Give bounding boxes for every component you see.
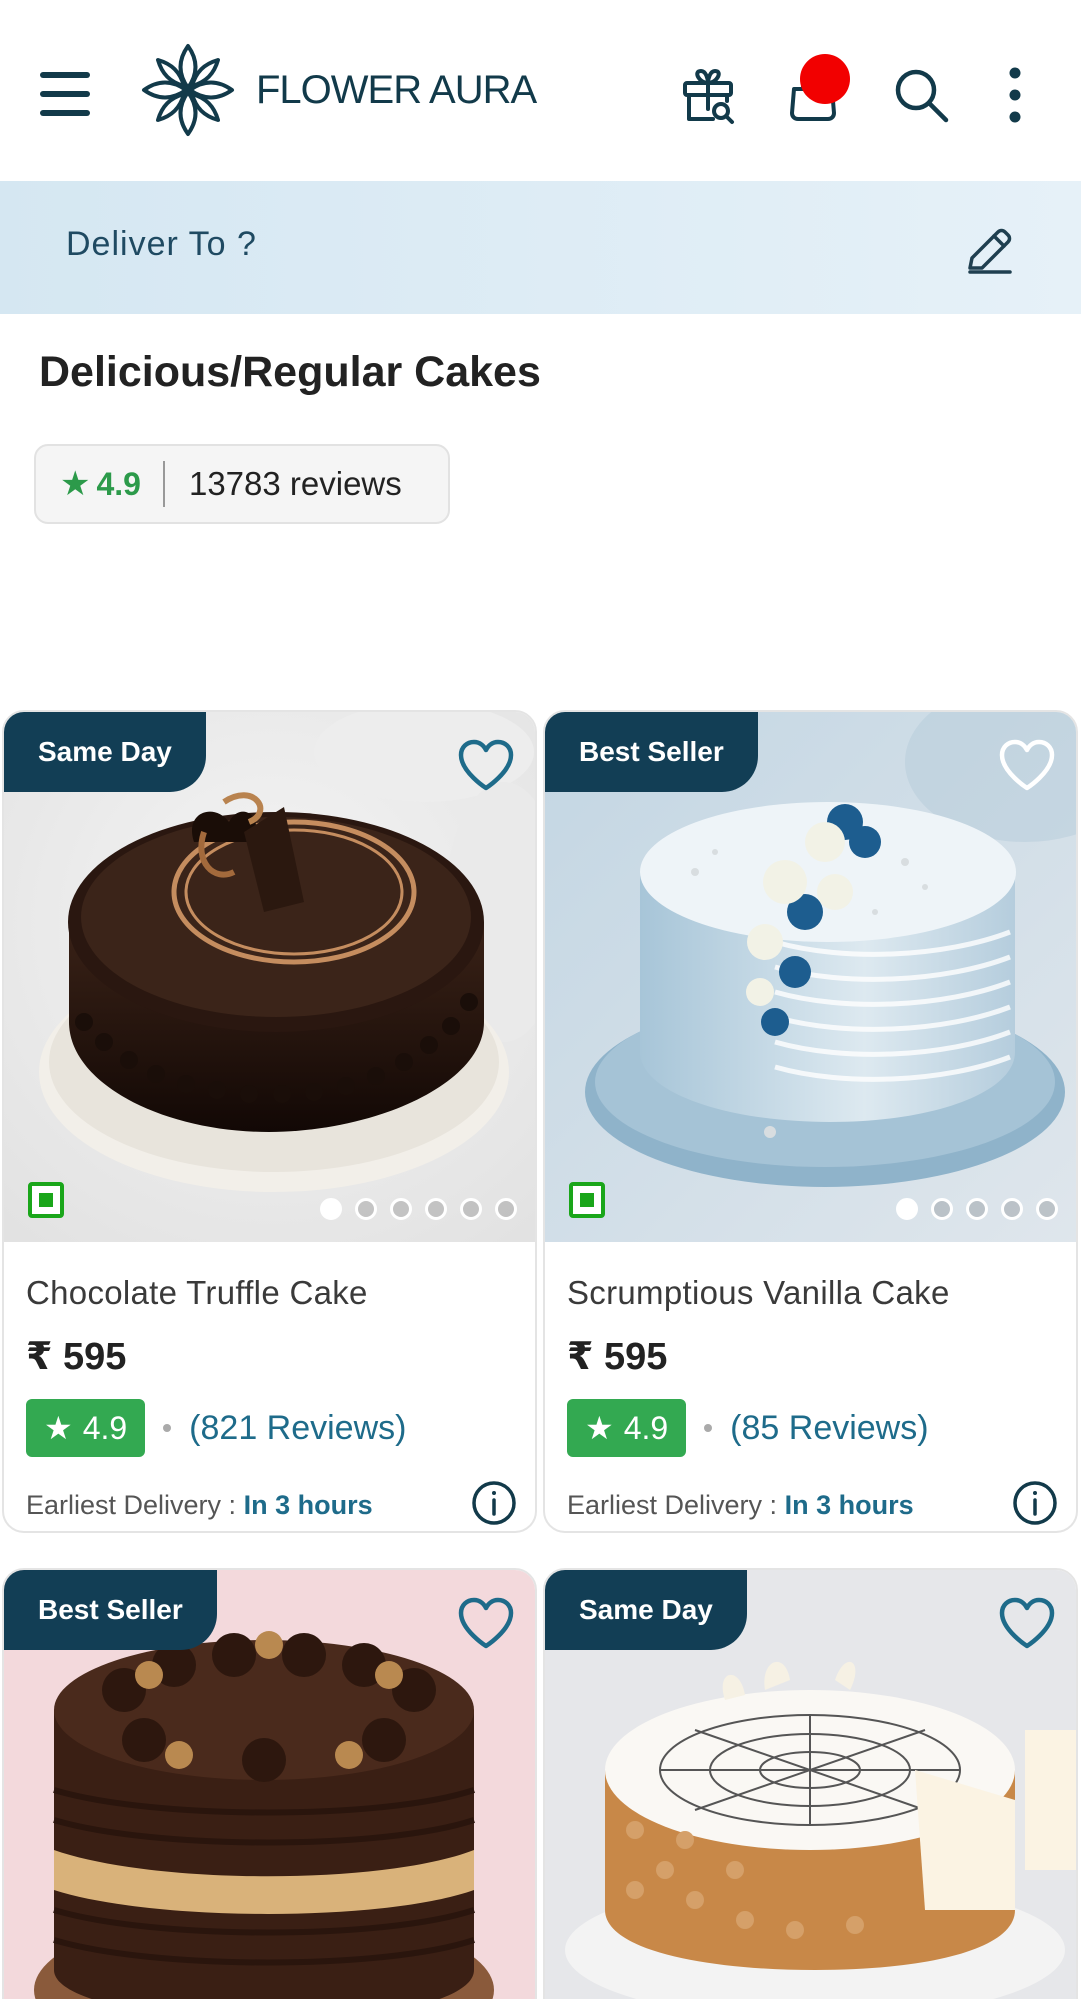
delivery-label: Earliest Delivery :	[567, 1490, 778, 1520]
veg-indicator-icon	[569, 1182, 605, 1218]
carousel-dot[interactable]	[1036, 1198, 1058, 1220]
product-card[interactable]: Best Seller Scrumptious Vanilla Cake ₹ 5…	[543, 710, 1078, 1533]
earliest-delivery: Earliest Delivery : In 3 hours	[567, 1490, 914, 1521]
more-vertical-icon[interactable]	[982, 62, 1048, 128]
carousel-dot[interactable]	[425, 1198, 447, 1220]
product-badge: Same Day	[545, 1570, 747, 1650]
info-icon[interactable]	[1012, 1480, 1058, 1526]
delivery-label: Earliest Delivery :	[26, 1490, 237, 1520]
gift-search-icon[interactable]	[676, 62, 742, 128]
wishlist-heart-icon[interactable]	[457, 738, 515, 792]
wishlist-heart-icon[interactable]	[998, 738, 1056, 792]
menu-icon[interactable]	[40, 72, 90, 116]
page-title: Delicious/Regular Cakes	[39, 348, 541, 396]
product-rating-badge: ★ 4.9	[567, 1399, 687, 1457]
carousel-dot[interactable]	[495, 1198, 517, 1220]
flower-logo-icon	[142, 44, 234, 136]
product-badge: Same Day	[4, 712, 206, 792]
wishlist-heart-icon[interactable]	[457, 1596, 515, 1650]
product-name[interactable]: Chocolate Truffle Cake	[26, 1274, 513, 1312]
product-info: Scrumptious Vanilla Cake ₹ 595 ★ 4.9 (85 …	[545, 1242, 1076, 1531]
product-rating-value: 4.9	[82, 1409, 128, 1446]
image-carousel-dots[interactable]	[896, 1198, 1058, 1220]
delivery-time: In 3 hours	[243, 1490, 373, 1520]
logo-text: FLOWER AURA	[256, 67, 537, 112]
product-card[interactable]: Same Day Chocolate Truffle Cake ₹ 595 ★ 4…	[2, 710, 537, 1533]
product-price: ₹ 595	[567, 1336, 668, 1378]
veg-indicator-icon	[28, 1182, 64, 1218]
product-card[interactable]: Same Day	[543, 1568, 1078, 1999]
category-rating-pill[interactable]: ★ 4.9 13783 reviews	[34, 444, 450, 524]
category-review-count: 13783 reviews	[188, 465, 402, 502]
carousel-dot[interactable]	[355, 1198, 377, 1220]
delivery-time: In 3 hours	[784, 1490, 914, 1520]
product-card[interactable]: Best Seller	[2, 1568, 537, 1999]
deliver-to-label: Deliver To ?	[66, 225, 257, 263]
product-info: Chocolate Truffle Cake ₹ 595 ★ 4.9 (821 R…	[4, 1242, 535, 1531]
product-price: ₹ 595	[26, 1336, 127, 1378]
app-header: FLOWER AURA	[0, 0, 1081, 181]
carousel-dot[interactable]	[931, 1198, 953, 1220]
product-reviews-link[interactable]: (85 Reviews)	[730, 1409, 928, 1448]
carousel-dot[interactable]	[966, 1198, 988, 1220]
product-rating-value: 4.9	[623, 1409, 669, 1446]
search-icon[interactable]	[888, 62, 954, 128]
product-image[interactable]: Best Seller	[545, 712, 1076, 1242]
carousel-dot[interactable]	[1001, 1198, 1023, 1220]
product-image[interactable]: Same Day	[4, 712, 535, 1242]
separator-dot	[704, 1424, 713, 1432]
carousel-dot[interactable]	[390, 1198, 412, 1220]
image-carousel-dots[interactable]	[320, 1198, 517, 1220]
carousel-dot[interactable]	[896, 1198, 918, 1220]
carousel-dot[interactable]	[460, 1198, 482, 1220]
info-icon[interactable]	[471, 1480, 517, 1526]
carousel-dot[interactable]	[320, 1198, 342, 1220]
cart-icon[interactable]	[780, 54, 850, 128]
earliest-delivery: Earliest Delivery : In 3 hours	[26, 1490, 373, 1521]
product-image[interactable]: Best Seller	[4, 1570, 535, 1999]
edit-pencil-icon[interactable]	[960, 220, 1020, 280]
deliver-to-bar[interactable]: Deliver To ?	[0, 181, 1081, 314]
product-badge: Best Seller	[4, 1570, 217, 1650]
product-rating-row: ★ 4.9 (85 Reviews)	[567, 1399, 1054, 1457]
star-icon: ★	[44, 1410, 73, 1446]
product-rating-row: ★ 4.9 (821 Reviews)	[26, 1399, 513, 1457]
separator-dot	[163, 1424, 172, 1432]
wishlist-heart-icon[interactable]	[998, 1596, 1056, 1650]
cart-notification-dot	[800, 54, 850, 104]
product-rating-badge: ★ 4.9	[26, 1399, 146, 1457]
star-icon: ★	[60, 465, 91, 503]
product-badge: Best Seller	[545, 712, 758, 792]
product-reviews-link[interactable]: (821 Reviews)	[189, 1409, 406, 1448]
product-name[interactable]: Scrumptious Vanilla Cake	[567, 1274, 1054, 1312]
category-rating-value: 4.9	[96, 465, 141, 502]
divider	[162, 461, 165, 507]
star-icon: ★	[585, 1410, 614, 1446]
product-image[interactable]: Same Day	[545, 1570, 1076, 1999]
brand-logo[interactable]: FLOWER AURA	[136, 38, 537, 142]
